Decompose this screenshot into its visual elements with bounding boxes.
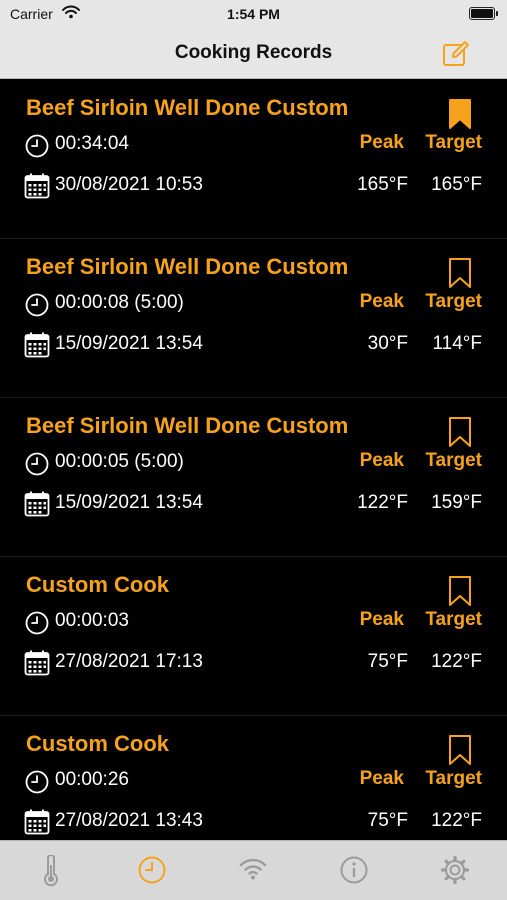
tab-records[interactable] [101,841,202,900]
wifi-icon [239,858,266,880]
peak-label: Peak [359,609,404,630]
peak-label: Peak [359,450,404,471]
peak-label: Peak [359,768,404,789]
record-datetime: 15/09/2021 13:54 [55,333,203,354]
peak-value: 165°F [357,174,408,195]
clock-icon [25,293,49,317]
tab-info[interactable] [303,841,404,900]
clock-icon [25,770,49,794]
battery-icon [469,7,498,20]
clock-icon [25,134,49,158]
record-datetime: 15/09/2021 13:54 [55,492,203,513]
record-row[interactable]: Beef Sirloin Well Done Custom 00:00:05 (… [0,398,507,557]
record-duration: 00:00:03 [55,610,129,631]
thermometer-icon [43,855,58,887]
status-time: 1:54 PM [227,6,280,22]
clock-icon [25,452,49,476]
edit-icon[interactable] [441,39,471,69]
bookmark-icon[interactable] [448,98,472,130]
target-label: Target [425,132,482,153]
clock-icon [25,611,49,635]
bookmark-icon[interactable] [448,257,472,289]
record-datetime: 30/08/2021 10:53 [55,174,203,195]
target-label: Target [425,291,482,312]
clock-icon [138,856,165,884]
tab-bar [0,840,507,900]
calendar-icon [24,809,50,835]
record-title: Beef Sirloin Well Done Custom [26,95,349,120]
target-label: Target [425,450,482,471]
peak-value: 122°F [357,492,408,513]
info-icon [340,856,367,884]
record-title: Custom Cook [26,731,169,756]
status-bar: Carrier 1:54 PM [0,0,507,28]
page-title: Cooking Records [174,42,333,63]
peak-value: 75°F [367,810,408,831]
target-label: Target [425,768,482,789]
records-list: Beef Sirloin Well Done Custom 00:34:04 P… [0,80,507,840]
calendar-icon [24,491,50,517]
navigation-bar: Cooking Records [0,28,507,79]
record-title: Beef Sirloin Well Done Custom [26,254,349,279]
record-duration: 00:00:05 (5:00) [55,451,184,472]
calendar-icon [24,173,50,199]
record-row[interactable]: Custom Cook 00:00:03 Peak Target 27/08/2… [0,557,507,716]
bookmark-icon[interactable] [448,416,472,448]
calendar-icon [24,332,50,358]
target-value: 114°F [432,333,483,354]
target-value: 122°F [431,651,482,672]
record-duration: 00:00:08 (5:00) [55,292,184,313]
bookmark-icon[interactable] [448,734,472,766]
record-datetime: 27/08/2021 17:13 [55,651,203,672]
record-title: Custom Cook [26,572,169,597]
gear-icon [440,855,469,885]
record-title: Beef Sirloin Well Done Custom [26,413,349,438]
peak-label: Peak [359,132,404,153]
target-label: Target [425,609,482,630]
calendar-icon [24,650,50,676]
record-row[interactable]: Custom Cook 00:00:26 Peak Target 27/08/2… [0,716,507,840]
tab-thermometer[interactable] [0,841,101,900]
target-value: 165°F [431,174,482,195]
peak-value: 30°F [367,333,408,354]
peak-label: Peak [359,291,404,312]
target-value: 122°F [431,810,482,831]
record-duration: 00:34:04 [55,133,129,154]
record-duration: 00:00:26 [55,769,129,790]
tab-settings[interactable] [404,841,505,900]
record-row[interactable]: Beef Sirloin Well Done Custom 00:00:08 (… [0,239,507,398]
tab-connection[interactable] [202,841,303,900]
peak-value: 75°F [367,651,408,672]
target-value: 159°F [431,492,482,513]
bookmark-icon[interactable] [448,575,472,607]
record-datetime: 27/08/2021 13:43 [55,810,203,831]
record-row[interactable]: Beef Sirloin Well Done Custom 00:34:04 P… [0,80,507,239]
